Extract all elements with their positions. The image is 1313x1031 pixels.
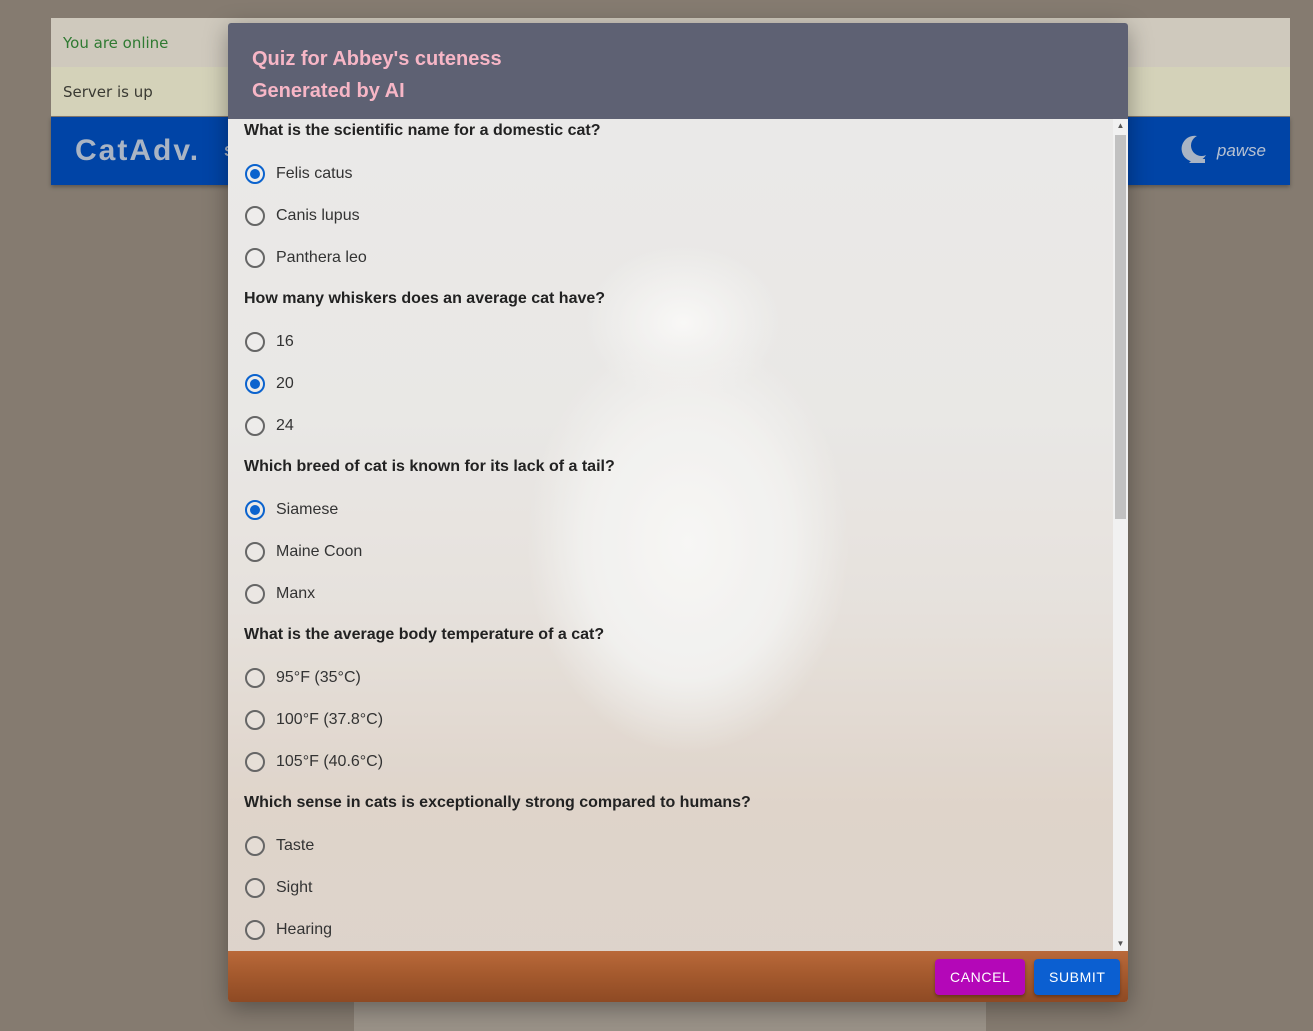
radio-button[interactable] bbox=[245, 542, 265, 562]
question-1: What is the scientific name for a domest… bbox=[244, 121, 1097, 279]
option-24[interactable]: 24 bbox=[244, 405, 1097, 447]
radio-button[interactable] bbox=[245, 752, 265, 772]
option-label[interactable]: 20 bbox=[276, 375, 294, 393]
quiz-dialog: Quiz for Abbey's cuteness Generated by A… bbox=[228, 23, 1128, 1002]
scroll-down-arrow-icon[interactable]: ▼ bbox=[1113, 937, 1128, 951]
option-95f[interactable]: 95°F (35°C) bbox=[244, 657, 1097, 699]
question-text: Which sense in cats is exceptionally str… bbox=[244, 794, 751, 811]
question-4: What is the average body temperature of … bbox=[244, 625, 1097, 783]
dialog-header: Quiz for Abbey's cuteness Generated by A… bbox=[228, 23, 1128, 119]
question-text: Which breed of cat is known for its lack… bbox=[244, 458, 615, 475]
option-sight[interactable]: Sight bbox=[244, 867, 1097, 909]
option-panthera-leo[interactable]: Panthera leo bbox=[244, 237, 1097, 279]
radio-button[interactable] bbox=[245, 668, 265, 688]
question-5: Which sense in cats is exceptionally str… bbox=[244, 793, 1097, 951]
dialog-actions: CANCEL SUBMIT bbox=[228, 951, 1128, 1002]
option-label[interactable]: Siamese bbox=[276, 501, 338, 519]
option-manx[interactable]: Manx bbox=[244, 573, 1097, 615]
radio-button[interactable] bbox=[245, 374, 265, 394]
question-text: What is the average body temperature of … bbox=[244, 626, 605, 643]
option-label[interactable]: Sight bbox=[276, 879, 312, 897]
option-siamese[interactable]: Siamese bbox=[244, 489, 1097, 531]
radio-button[interactable] bbox=[245, 584, 265, 604]
option-label[interactable]: Canis lupus bbox=[276, 207, 360, 225]
radio-button[interactable] bbox=[245, 710, 265, 730]
option-label[interactable]: Manx bbox=[276, 585, 315, 603]
option-taste[interactable]: Taste bbox=[244, 825, 1097, 867]
submit-button[interactable]: SUBMIT bbox=[1034, 958, 1120, 995]
option-16[interactable]: 16 bbox=[244, 321, 1097, 363]
option-105f[interactable]: 105°F (40.6°C) bbox=[244, 741, 1097, 783]
radio-button[interactable] bbox=[245, 248, 265, 268]
radio-button[interactable] bbox=[245, 206, 265, 226]
dialog-title: Quiz for Abbey's cuteness bbox=[252, 48, 502, 70]
option-label[interactable]: 24 bbox=[276, 417, 294, 435]
question-2: How many whiskers does an average cat ha… bbox=[244, 289, 1097, 447]
option-label[interactable]: Hearing bbox=[276, 921, 332, 939]
option-label[interactable]: Panthera leo bbox=[276, 249, 367, 267]
option-100f[interactable]: 100°F (37.8°C) bbox=[244, 699, 1097, 741]
option-label[interactable]: Felis catus bbox=[276, 165, 352, 183]
question-text: What is the scientific name for a domest… bbox=[244, 122, 601, 139]
option-label[interactable]: Maine Coon bbox=[276, 543, 362, 561]
question-text: How many whiskers does an average cat ha… bbox=[244, 290, 606, 307]
option-label[interactable]: 16 bbox=[276, 333, 294, 351]
radio-button[interactable] bbox=[245, 836, 265, 856]
scroll-up-arrow-icon[interactable]: ▲ bbox=[1113, 119, 1128, 133]
question-3: Which breed of cat is known for its lack… bbox=[244, 457, 1097, 615]
option-20[interactable]: 20 bbox=[244, 363, 1097, 405]
quiz-content[interactable]: What is the scientific name for a domest… bbox=[228, 119, 1113, 951]
scrollbar-thumb[interactable] bbox=[1115, 135, 1126, 519]
cancel-button[interactable]: CANCEL bbox=[935, 958, 1025, 995]
radio-button[interactable] bbox=[245, 332, 265, 352]
scrollbar[interactable]: ▲ ▼ bbox=[1113, 119, 1128, 951]
option-maine-coon[interactable]: Maine Coon bbox=[244, 531, 1097, 573]
option-canis-lupus[interactable]: Canis lupus bbox=[244, 195, 1097, 237]
radio-button[interactable] bbox=[245, 920, 265, 940]
radio-button[interactable] bbox=[245, 164, 265, 184]
dialog-subtitle: Generated by AI bbox=[252, 80, 405, 102]
option-label[interactable]: Taste bbox=[276, 837, 314, 855]
radio-button[interactable] bbox=[245, 416, 265, 436]
option-label[interactable]: 100°F (37.8°C) bbox=[276, 711, 383, 729]
radio-button[interactable] bbox=[245, 878, 265, 898]
option-label[interactable]: 105°F (40.6°C) bbox=[276, 753, 383, 771]
option-label[interactable]: 95°F (35°C) bbox=[276, 669, 361, 687]
option-felis-catus[interactable]: Felis catus bbox=[244, 153, 1097, 195]
radio-button[interactable] bbox=[245, 500, 265, 520]
option-hearing[interactable]: Hearing bbox=[244, 909, 1097, 951]
